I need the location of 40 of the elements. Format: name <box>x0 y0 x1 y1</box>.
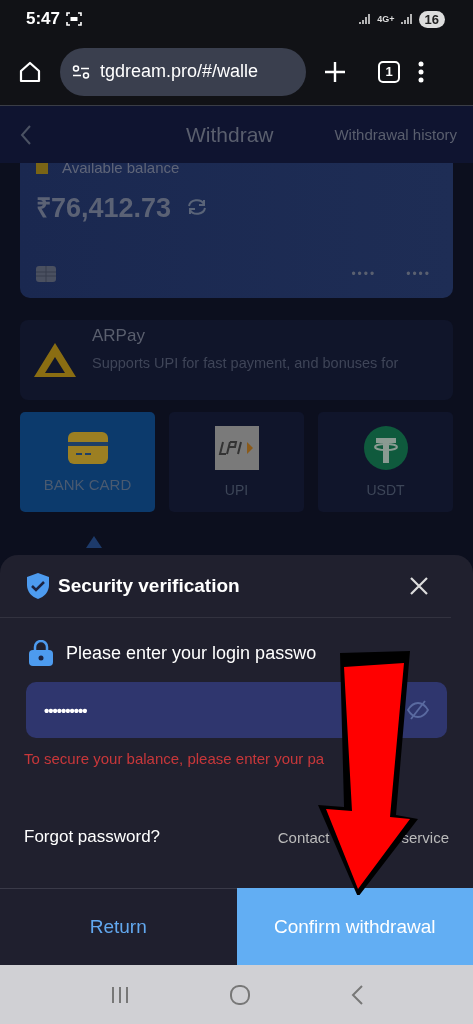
home-button-icon[interactable] <box>228 983 251 1006</box>
masked-card-number: •••• <box>406 267 431 281</box>
balance-label: Available balance <box>62 159 180 176</box>
more-icon[interactable] <box>418 60 424 83</box>
close-icon[interactable] <box>409 576 429 596</box>
method-label: BANK CARD <box>43 475 132 493</box>
triangle-logo-icon <box>32 341 78 379</box>
shield-check-icon <box>26 572 50 600</box>
channel-name: ARPay <box>92 326 146 346</box>
tab-count-button[interactable]: 1 <box>378 60 400 83</box>
forgot-password-link[interactable]: Forgot password? <box>24 827 161 847</box>
url-text: tgdream.pro/#/walle <box>100 61 259 82</box>
page-title: Withdraw <box>186 122 274 147</box>
battery-level: 16 <box>418 10 445 28</box>
network-label: 4G+ <box>377 14 395 24</box>
home-icon[interactable] <box>18 59 42 84</box>
signal-icon <box>400 13 413 25</box>
chip-icon <box>36 266 56 282</box>
status-time: 5:47 <box>26 9 61 29</box>
masked-card-number: •••• <box>351 267 377 281</box>
error-message: To secure your balance, please enter your pa <box>23 749 326 767</box>
site-settings-icon[interactable] <box>72 64 90 79</box>
tether-icon <box>363 426 408 470</box>
eye-off-icon[interactable] <box>407 700 429 720</box>
triangle-logo-icon <box>86 536 102 548</box>
card-icon <box>67 431 108 464</box>
back-icon[interactable] <box>20 123 32 146</box>
contact-link[interactable]: service <box>401 828 449 846</box>
dialog-title: Security verification <box>58 575 240 597</box>
plus-icon[interactable] <box>324 60 346 83</box>
back-icon[interactable] <box>349 983 364 1006</box>
screenshot-icon <box>66 12 83 26</box>
lock-icon <box>28 640 54 666</box>
balance-amount: ₹76,412.73 <box>36 192 172 225</box>
contact-link[interactable]: Contact <box>277 828 330 846</box>
upi-logo-icon <box>214 426 259 470</box>
signal-icon <box>359 13 372 25</box>
password-prompt: Please enter your login passwo <box>66 642 317 664</box>
recent-apps-icon[interactable] <box>109 985 130 1004</box>
address-bar[interactable]: tgdream.pro/#/walle <box>60 47 306 96</box>
